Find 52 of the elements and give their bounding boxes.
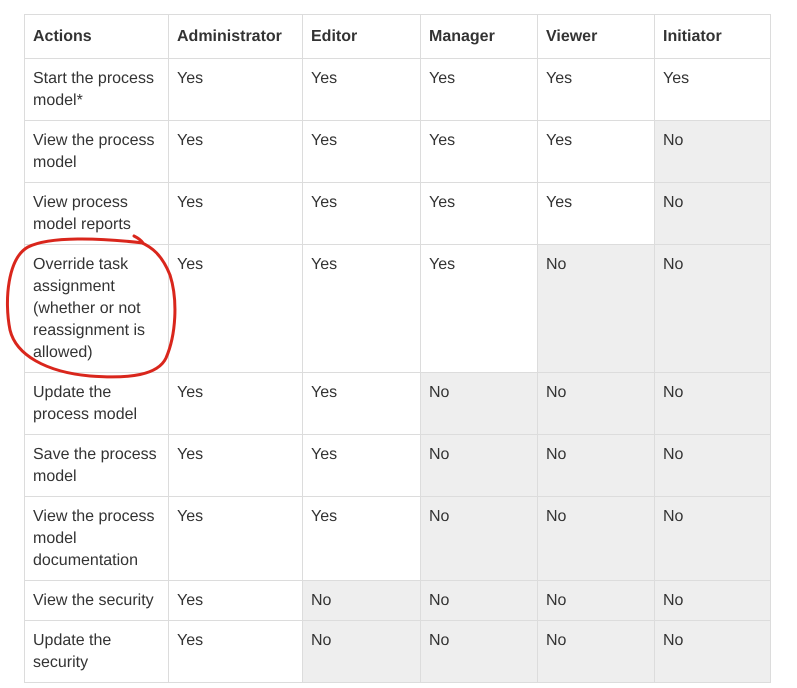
permission-cell: View the process model documentation bbox=[24, 496, 168, 580]
permission-cell: No bbox=[538, 372, 654, 434]
permission-cell: Yes bbox=[168, 372, 302, 434]
permission-cell: No bbox=[654, 580, 770, 620]
column-header: Editor bbox=[302, 14, 420, 58]
permission-cell: Yes bbox=[420, 120, 538, 182]
permission-cell: Yes bbox=[168, 58, 302, 120]
permission-cell: No bbox=[538, 620, 654, 682]
permission-cell: Yes bbox=[538, 58, 654, 120]
column-header: Manager bbox=[420, 14, 538, 58]
permission-cell: Yes bbox=[168, 434, 302, 496]
permission-cell: No bbox=[654, 120, 770, 182]
permission-cell: No bbox=[654, 244, 770, 372]
permission-cell: Save the process model bbox=[24, 434, 168, 496]
permission-cell: View the process model bbox=[24, 120, 168, 182]
permission-cell: No bbox=[420, 372, 538, 434]
permission-cell: Yes bbox=[420, 58, 538, 120]
permission-cell: Yes bbox=[168, 182, 302, 244]
permission-cell: No bbox=[538, 244, 654, 372]
permission-cell: Yes bbox=[420, 182, 538, 244]
permission-cell: Yes bbox=[302, 244, 420, 372]
permission-cell: Yes bbox=[302, 58, 420, 120]
permission-cell: No bbox=[654, 620, 770, 682]
column-header: Viewer bbox=[538, 14, 654, 58]
permission-cell: Update the process model bbox=[24, 372, 168, 434]
permission-cell: Yes bbox=[302, 182, 420, 244]
permission-cell: Override task assignment (whether or not reassignment is allowed) bbox=[24, 244, 168, 372]
permission-cell: No bbox=[420, 496, 538, 580]
permission-cell: Yes bbox=[168, 496, 302, 580]
permission-cell: No bbox=[654, 182, 770, 244]
permission-cell: No bbox=[538, 434, 654, 496]
permission-cell: View the security bbox=[24, 580, 168, 620]
column-header: Administrator bbox=[168, 14, 302, 58]
permission-cell: Start the process model* bbox=[24, 58, 168, 120]
permission-cell: No bbox=[302, 620, 420, 682]
permission-cell: No bbox=[538, 496, 654, 580]
permission-cell: Yes bbox=[168, 244, 302, 372]
column-header: Initiator bbox=[654, 14, 770, 58]
column-header: Actions bbox=[24, 14, 168, 58]
permission-cell: No bbox=[538, 580, 654, 620]
permission-cell: Update the security bbox=[24, 620, 168, 682]
permission-cell: No bbox=[420, 580, 538, 620]
permission-cell: No bbox=[654, 434, 770, 496]
permission-cell: Yes bbox=[168, 120, 302, 182]
permission-cell: No bbox=[420, 434, 538, 496]
permission-cell: Yes bbox=[302, 120, 420, 182]
permission-cell: View process model reports bbox=[24, 182, 168, 244]
permission-cell: Yes bbox=[168, 580, 302, 620]
permission-cell: No bbox=[302, 580, 420, 620]
permission-cell: No bbox=[654, 496, 770, 580]
permission-cell: No bbox=[654, 372, 770, 434]
permission-cell: No bbox=[420, 620, 538, 682]
